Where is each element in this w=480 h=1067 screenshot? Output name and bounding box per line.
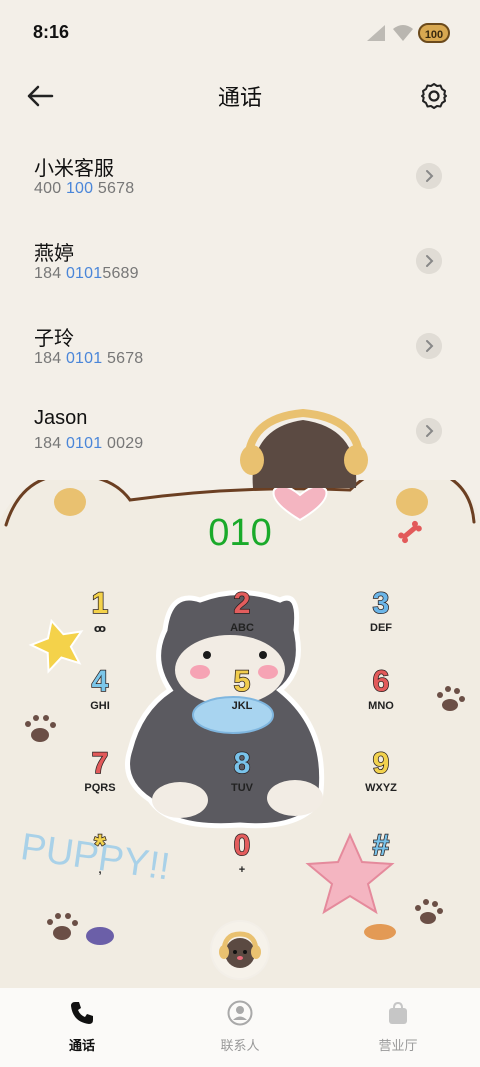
page-title: 通话 bbox=[217, 85, 262, 110]
dial-key-5[interactable]: 5 JKL bbox=[187, 665, 297, 736]
list-item[interactable]: 子玲 184 0101 5678 bbox=[0, 308, 480, 393]
dial-key-9[interactable]: 9 WXYZ bbox=[326, 747, 436, 818]
shopping-bag-icon bbox=[389, 1001, 407, 1024]
wifi-icon bbox=[393, 25, 413, 41]
person-icon bbox=[227, 1000, 253, 1026]
dial-key-0[interactable]: 0 + bbox=[187, 829, 297, 900]
tab-calls[interactable]: 通话 bbox=[32, 1000, 132, 1054]
chevron-right-icon[interactable] bbox=[416, 248, 442, 274]
dog-face-call-icon bbox=[212, 922, 268, 978]
dial-number-display: 010 bbox=[208, 512, 272, 554]
voicemail-icon: ꝏ bbox=[93, 623, 107, 635]
contact-number: 400 100 5678 bbox=[34, 180, 135, 197]
status-bar: 8:16 100 bbox=[0, 0, 480, 68]
chevron-right-icon[interactable] bbox=[416, 163, 442, 189]
bread-icon bbox=[364, 924, 396, 940]
contact-number: 184 01015689 bbox=[34, 265, 139, 282]
status-time: 8:16 bbox=[33, 22, 70, 42]
contact-number: 184 0101 0029 bbox=[34, 435, 144, 452]
contact-number: 184 0101 5678 bbox=[34, 350, 144, 367]
bottom-navigation: 通话 联系人 营业厅 bbox=[0, 988, 480, 1067]
dial-key-4[interactable]: 4 GHI bbox=[45, 665, 155, 736]
dial-key-8[interactable]: 8 TUV bbox=[187, 747, 297, 818]
chevron-right-icon[interactable] bbox=[416, 418, 442, 444]
tab-contacts[interactable]: 联系人 bbox=[190, 1000, 290, 1054]
contact-name: 燕婷 bbox=[34, 243, 74, 265]
signal-icon bbox=[367, 25, 385, 41]
contact-name: 子玲 bbox=[34, 328, 74, 350]
phone-icon bbox=[71, 1002, 93, 1024]
dial-key-6[interactable]: 6 MNO bbox=[326, 665, 436, 736]
list-item[interactable]: 燕婷 184 01015689 bbox=[0, 223, 480, 308]
dial-key-3[interactable]: 3 DEF bbox=[326, 587, 436, 658]
call-button[interactable] bbox=[210, 920, 270, 980]
peeking-dog-illustration bbox=[240, 408, 368, 488]
dial-key-2[interactable]: 2 ABC bbox=[187, 587, 297, 658]
chevron-right-icon[interactable] bbox=[416, 333, 442, 359]
list-item[interactable]: 小米客服 400 100 5678 bbox=[0, 138, 480, 223]
gear-icon[interactable] bbox=[418, 80, 450, 112]
dial-key-hash[interactable]: # bbox=[326, 829, 436, 900]
contact-name: Jason bbox=[34, 407, 88, 429]
dial-key-star[interactable]: * , bbox=[45, 829, 155, 900]
contact-name: 小米客服 bbox=[34, 158, 114, 180]
tab-service-hall[interactable]: 营业厅 bbox=[348, 1000, 448, 1054]
battery-indicator: 100 bbox=[418, 23, 450, 43]
dial-key-7[interactable]: 7 PQRS bbox=[45, 747, 155, 818]
dial-key-1[interactable]: 1 ꝏ bbox=[45, 587, 155, 658]
dog-bowl-icon bbox=[86, 927, 114, 945]
top-bar: 通话 bbox=[0, 68, 480, 124]
